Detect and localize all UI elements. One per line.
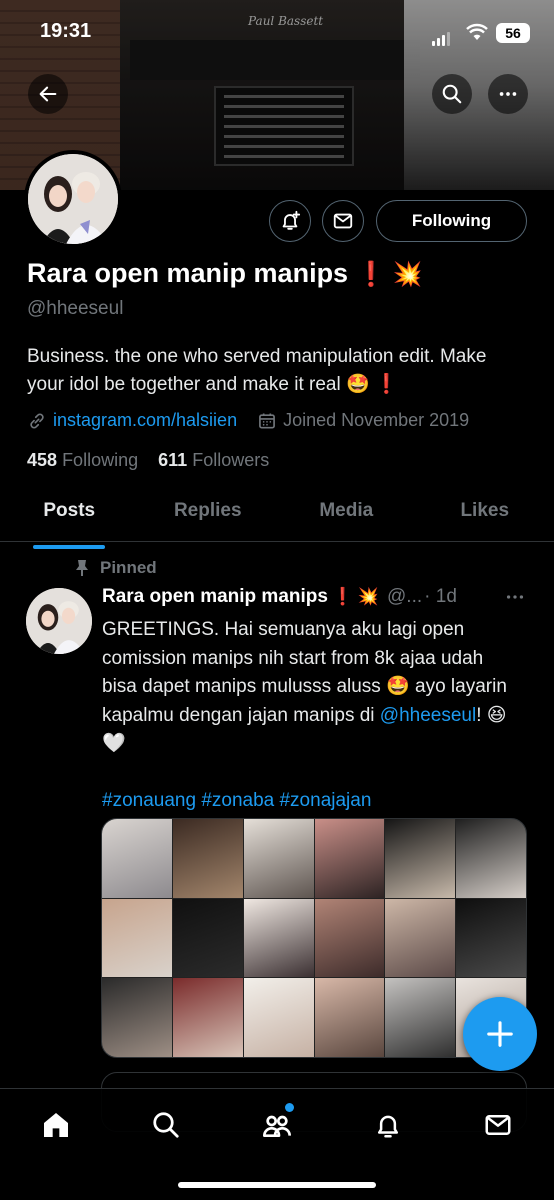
message-button[interactable] (322, 200, 364, 242)
media-thumb (102, 898, 172, 978)
plus-icon (487, 1021, 513, 1047)
profile-handle: @hheeseul (27, 298, 124, 319)
media-thumb (314, 978, 385, 1057)
home-icon (44, 1113, 68, 1137)
pinned-indicator: Pinned (74, 558, 157, 578)
post-body: GREETINGS. Hai semuanya aku lagi open co… (102, 616, 522, 816)
more-button[interactable] (488, 74, 528, 114)
profile-avatar[interactable] (24, 150, 122, 248)
mail-icon (333, 213, 353, 229)
bell-icon (378, 1115, 398, 1138)
media-thumb (243, 819, 314, 898)
search-button[interactable] (432, 74, 472, 114)
media-thumb (172, 898, 243, 978)
followers-count: 611 (158, 450, 188, 470)
media-thumb (385, 819, 456, 898)
profile-meta: instagram.com/halsiien Joined November 2… (27, 410, 469, 431)
followers-count-link[interactable]: 611 Followers (158, 450, 269, 470)
more-icon (506, 595, 524, 599)
post-author-handle[interactable]: @... (387, 586, 422, 608)
calendar-icon (259, 413, 275, 428)
followers-label: Followers (192, 450, 270, 470)
media-thumb (456, 898, 526, 978)
profile-name: Rara open manip manips ❗ 💥 (27, 258, 423, 289)
media-thumb (385, 978, 456, 1057)
media-thumb (456, 819, 526, 898)
post-media-collage[interactable] (101, 818, 527, 1058)
link-icon (30, 412, 44, 429)
tab-replies[interactable]: Replies (139, 488, 278, 541)
profile-display-name: Rara open manip manips (27, 258, 349, 288)
arrow-left-icon (39, 86, 57, 102)
post-time: · 1d (424, 586, 457, 607)
post-author-emoji: ❗ 💥 (331, 587, 380, 606)
following-count-link[interactable]: 458 Following (27, 450, 138, 470)
home-indicator (178, 1182, 376, 1188)
battery-indicator: 56 (496, 23, 530, 43)
communities-icon (263, 1115, 291, 1137)
tab-media[interactable]: Media (277, 488, 416, 541)
nav-home[interactable] (38, 1107, 74, 1143)
following-count: 458 (27, 450, 58, 470)
post-author-name[interactable]: Rara open manip manips (102, 586, 328, 608)
post-avatar[interactable] (26, 588, 92, 654)
post-mention[interactable]: @hheeseul (380, 705, 476, 726)
media-thumb (102, 978, 172, 1057)
back-button[interactable] (28, 74, 68, 114)
nav-messages[interactable] (480, 1107, 516, 1143)
search-icon (442, 84, 462, 104)
post-header: Rara open manip manips ❗ 💥 @... · 1d (102, 586, 457, 608)
media-thumb (314, 819, 385, 898)
post-hashtags[interactable]: #zonauang #zonaba #zonajajan (102, 790, 371, 811)
profile-joined: Joined November 2019 (283, 410, 470, 430)
avatar-image (28, 154, 118, 244)
media-thumb (172, 978, 243, 1057)
tab-posts[interactable]: Posts (0, 488, 139, 541)
nav-notifications[interactable] (370, 1107, 406, 1143)
profile-link[interactable]: instagram.com/halsiien (53, 410, 237, 431)
avatar-image (26, 588, 92, 654)
nav-communities[interactable] (259, 1103, 295, 1143)
notifications-button[interactable] (269, 200, 311, 242)
status-bar: 19:31 56 (0, 20, 554, 46)
search-icon (153, 1112, 179, 1138)
following-button[interactable]: Following (376, 200, 527, 242)
media-thumb (102, 819, 172, 898)
pin-icon (76, 560, 88, 576)
media-thumb (385, 898, 456, 978)
more-icon (499, 92, 517, 96)
following-label: Following (62, 450, 139, 470)
post-more-button[interactable] (504, 586, 526, 614)
compose-button[interactable] (463, 997, 537, 1071)
profile-name-emoji: ❗ 💥 (356, 261, 423, 288)
signal-icon (432, 28, 452, 46)
status-time: 19:31 (40, 20, 92, 42)
tab-likes[interactable]: Likes (416, 488, 554, 541)
mail-icon (485, 1115, 511, 1135)
media-thumb (314, 898, 385, 978)
bell-plus-icon (282, 210, 301, 230)
notification-dot (285, 1103, 294, 1112)
media-thumb (172, 819, 243, 898)
profile-bio: Business. the one who served manipulatio… (27, 346, 487, 395)
media-thumb (243, 898, 314, 978)
media-thumb (243, 978, 314, 1057)
profile-counts: 458 Following 611 Followers (27, 450, 269, 471)
profile-tabs: Posts Replies Media Likes (0, 488, 554, 542)
nav-search[interactable] (148, 1107, 184, 1143)
pinned-label: Pinned (100, 558, 157, 577)
wifi-icon (466, 23, 488, 40)
